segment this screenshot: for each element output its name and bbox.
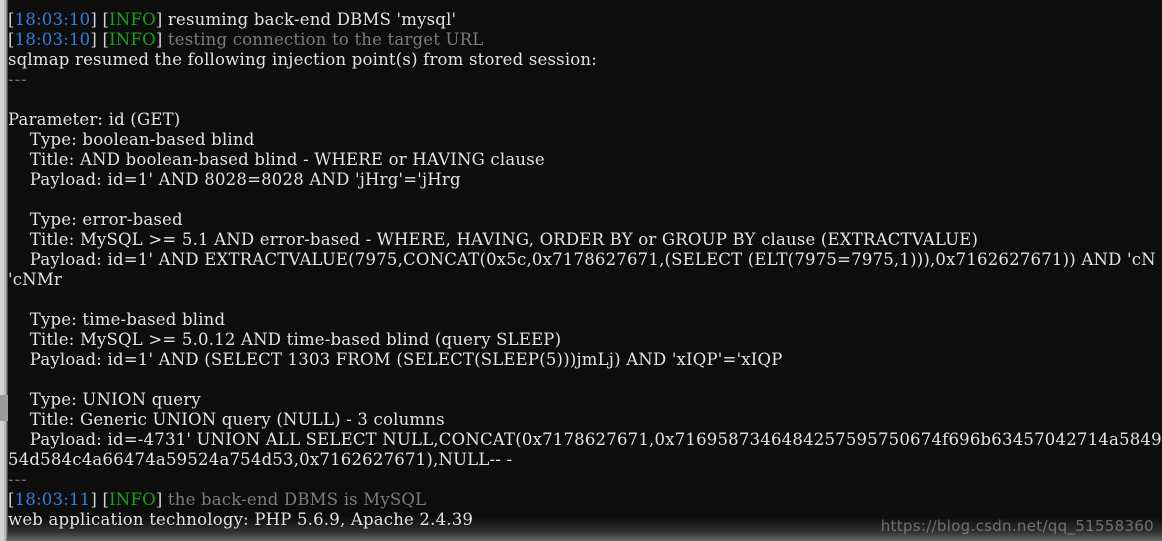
parameter-heading: Parameter: id (GET) — [8, 110, 181, 129]
separator-top: --- — [8, 70, 28, 89]
injection-payload: Payload: id=1' AND EXTRACTVALUE(7975,CON… — [8, 250, 1156, 269]
bracket-open: [ — [8, 490, 15, 509]
bracket-open: [ — [8, 30, 15, 49]
log-level-info: INFO — [109, 490, 156, 509]
injection-type: Type: UNION query — [8, 390, 201, 409]
scrollbar-thumb[interactable] — [0, 395, 8, 421]
log-timestamp: 18:03:11 — [14, 490, 91, 509]
injection-title: Title: Generic UNION query (NULL) - 3 co… — [8, 410, 445, 429]
injection-payload-wrap: 54d584c4a66474a59524a754d53,0x7162627671… — [8, 450, 513, 469]
injection-payload: Payload: id=-4731' UNION ALL SELECT NULL… — [8, 430, 1162, 449]
resumed-session-notice: sqlmap resumed the following injection p… — [8, 50, 598, 69]
injection-type: Type: error-based — [8, 210, 183, 229]
window-left-chrome — [0, 0, 8, 541]
log-level-info: INFO — [109, 10, 156, 29]
injection-type: Type: boolean-based blind — [8, 130, 255, 149]
log-timestamp: 18:03:10 — [14, 10, 91, 29]
log-timestamp: 18:03:10 — [14, 30, 91, 49]
scrollbar-track[interactable] — [4, 0, 6, 541]
log-line-resuming-dbms: [18:03:10] [INFO] resuming back-end DBMS… — [8, 10, 1162, 30]
injection-payload: Payload: id=1' AND (SELECT 1303 FROM (SE… — [8, 350, 783, 369]
injection-title: Title: MySQL >= 5.1 AND error-based - WH… — [8, 230, 979, 249]
injection-payload-wrap: 'cNMr — [8, 270, 62, 289]
log-line-testing-connection: [18:03:10] [INFO] testing connection to … — [8, 30, 1162, 50]
bracket-close: ] — [90, 30, 97, 49]
log-message: testing connection to the target URL — [162, 30, 484, 49]
log-line-backend-dbms: [18:03:11] [INFO] the back-end DBMS is M… — [8, 490, 1162, 510]
injection-payload: Payload: id=1' AND 8028=8028 AND 'jHrg'=… — [8, 170, 461, 189]
bracket-open: [ — [8, 10, 15, 29]
bracket-close: ] — [90, 10, 97, 29]
log-message: resuming back-end DBMS 'mysql' — [162, 10, 457, 29]
console-output: [18:03:10] [ INFO] resuming back-end DBMS… — [8, 0, 1162, 541]
watermark: https://blog.csdn.net/qq_51558360 — [880, 517, 1154, 535]
log-message: the back-end DBMS is MySQL — [162, 490, 427, 509]
injection-title: Title: AND boolean-based blind - WHERE o… — [8, 150, 545, 169]
separator-bottom: --- — [8, 470, 28, 489]
terminal-window: [18:03:10] [ INFO] resuming back-end DBMS… — [0, 0, 1162, 541]
injection-title: Title: MySQL >= 5.0.12 AND time-based bl… — [8, 330, 562, 349]
injection-type: Type: time-based blind — [8, 310, 226, 329]
bracket-close: ] — [90, 490, 97, 509]
log-level-info: INFO — [109, 30, 156, 49]
